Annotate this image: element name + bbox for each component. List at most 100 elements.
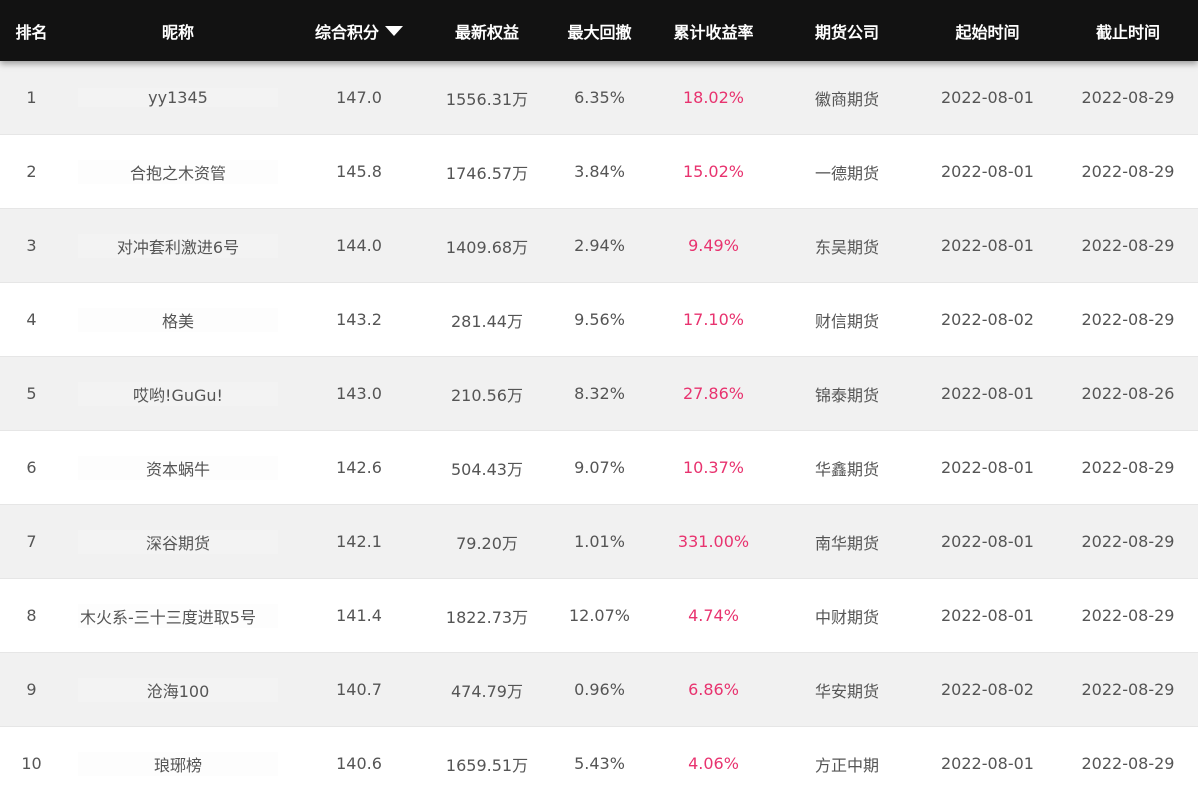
nickname-cell[interactable]: 对冲套利激进6号 — [63, 233, 293, 258]
company-cell: 东吴期货 — [814, 237, 879, 257]
nickname-cell[interactable]: yy1345 — [63, 88, 293, 107]
header-nickname: 昵称 — [161, 22, 194, 42]
end-date-cell: 2022-08-29 — [1081, 458, 1175, 477]
drawdown-cell: 1.01% — [574, 532, 625, 551]
header-score-sort[interactable]: 综合积分 — [293, 19, 425, 43]
start-date-cell: 2022-08-02 — [941, 310, 1034, 329]
return-cell: 15.02% — [682, 162, 744, 181]
start-date-cell: 2022-08-01 — [941, 88, 1034, 107]
nickname-text[interactable]: 琅琊榜 — [154, 756, 202, 775]
return-cell: 17.10% — [682, 310, 744, 329]
caret-down-icon[interactable] — [385, 25, 403, 36]
rank-cell: 5 — [26, 384, 37, 403]
drawdown-cell: 6.35% — [574, 88, 625, 107]
return-cell: 4.74% — [688, 606, 739, 625]
nickname-text[interactable]: 沧海100 — [147, 682, 210, 701]
score-cell: 147.0 — [336, 88, 382, 107]
end-date-cell: 2022-08-29 — [1081, 680, 1175, 699]
header-start: 起始时间 — [955, 22, 1020, 42]
rank-cell: 3 — [26, 236, 37, 255]
nickname-text[interactable]: 哎哟!GuGu! — [133, 386, 223, 405]
company-cell: 徽商期货 — [814, 89, 879, 109]
table-row: 5 哎哟!GuGu! 143.0 210.56万 8.32% 27.86% 锦泰… — [0, 357, 1198, 431]
end-date-cell: 2022-08-29 — [1081, 310, 1175, 329]
nickname-cell[interactable]: 琅琊榜 — [63, 751, 293, 776]
company-cell: 财信期货 — [814, 311, 879, 331]
nickname-cell[interactable]: 沧海100 — [63, 677, 293, 702]
drawdown-cell: 0.96% — [574, 680, 625, 699]
score-cell: 141.4 — [336, 606, 382, 625]
end-date-cell: 2022-08-26 — [1081, 384, 1175, 403]
nickname-text[interactable]: yy1345 — [148, 88, 208, 107]
nickname-cell[interactable]: 深谷期货 — [63, 529, 293, 554]
nickname-text[interactable]: 木火系-三十三度进取5号 — [80, 608, 256, 627]
table-row: 4 格美 143.2 281.44万 9.56% 17.10% 财信期货 202… — [0, 283, 1198, 357]
equity-cell: 1556.31万 — [445, 89, 529, 109]
score-cell: 145.8 — [336, 162, 382, 181]
score-cell: 140.6 — [336, 754, 382, 773]
rank-cell: 8 — [26, 606, 37, 625]
nickname-text[interactable]: 合抱之木资管 — [130, 164, 226, 183]
start-date-cell: 2022-08-02 — [941, 680, 1034, 699]
score-cell: 142.1 — [336, 532, 382, 551]
score-cell: 143.2 — [336, 310, 382, 329]
nickname-cell[interactable]: 格美 — [63, 307, 293, 332]
equity-cell: 504.43万 — [451, 459, 523, 479]
nickname-text[interactable]: 格美 — [162, 312, 194, 331]
table-header: 排名 昵称 综合积分 最新权益 最大回撤 累计收益率 期货公司 起始时间 截止时… — [0, 0, 1198, 61]
header-end: 截止时间 — [1095, 22, 1160, 42]
header-drawdown: 最大回撤 — [567, 22, 632, 42]
company-cell: 华安期货 — [814, 681, 879, 701]
table-row: 1 yy1345 147.0 1556.31万 6.35% 18.02% 徽商期… — [0, 61, 1198, 135]
table-row: 2 合抱之木资管 145.8 1746.57万 3.84% 15.02% 一德期… — [0, 135, 1198, 209]
table-body: 1 yy1345 147.0 1556.31万 6.35% 18.02% 徽商期… — [0, 61, 1198, 800]
rank-cell: 7 — [26, 532, 37, 551]
nickname-cell[interactable]: 资本蜗牛 — [63, 455, 293, 480]
nickname-text[interactable]: 深谷期货 — [146, 534, 210, 553]
nickname-cell[interactable]: 合抱之木资管 — [63, 159, 293, 184]
equity-cell: 1409.68万 — [445, 237, 529, 257]
drawdown-cell: 12.07% — [568, 606, 630, 625]
end-date-cell: 2022-08-29 — [1081, 88, 1175, 107]
rank-cell: 1 — [26, 88, 37, 107]
nickname-text[interactable]: 对冲套利激进6号 — [117, 238, 239, 257]
equity-cell: 474.79万 — [451, 681, 523, 701]
end-date-cell: 2022-08-29 — [1081, 162, 1175, 181]
return-cell: 4.06% — [688, 754, 739, 773]
drawdown-cell: 3.84% — [574, 162, 625, 181]
end-date-cell: 2022-08-29 — [1081, 754, 1175, 773]
start-date-cell: 2022-08-01 — [941, 162, 1034, 181]
company-cell: 华鑫期货 — [814, 459, 879, 479]
return-cell: 331.00% — [677, 532, 750, 551]
start-date-cell: 2022-08-01 — [941, 458, 1034, 477]
company-cell: 中财期货 — [814, 607, 879, 627]
company-cell: 一德期货 — [814, 163, 879, 183]
header-equity: 最新权益 — [454, 22, 519, 42]
nickname-cell[interactable]: 哎哟!GuGu! — [63, 381, 293, 406]
ranking-table: 排名 昵称 综合积分 最新权益 最大回撤 累计收益率 期货公司 起始时间 截止时… — [0, 0, 1198, 800]
rank-cell: 9 — [26, 680, 37, 699]
return-cell: 18.02% — [682, 88, 744, 107]
equity-cell: 1822.73万 — [445, 607, 529, 627]
score-cell: 140.7 — [336, 680, 382, 699]
return-cell: 6.86% — [688, 680, 739, 699]
start-date-cell: 2022-08-01 — [941, 236, 1034, 255]
company-cell: 方正中期 — [814, 755, 879, 775]
score-cell: 143.0 — [336, 384, 382, 403]
equity-cell: 1659.51万 — [445, 755, 529, 775]
equity-cell: 281.44万 — [451, 311, 523, 331]
rank-cell: 10 — [21, 754, 42, 773]
header-company: 期货公司 — [814, 22, 879, 42]
table-row: 7 深谷期货 142.1 79.20万 1.01% 331.00% 南华期货 2… — [0, 505, 1198, 579]
nickname-text[interactable]: 资本蜗牛 — [146, 460, 210, 479]
start-date-cell: 2022-08-01 — [941, 384, 1034, 403]
table-row: 3 对冲套利激进6号 144.0 1409.68万 2.94% 9.49% 东吴… — [0, 209, 1198, 283]
drawdown-cell: 8.32% — [574, 384, 625, 403]
nickname-cell[interactable]: 木火系-三十三度进取5号 — [63, 603, 293, 628]
rank-cell: 4 — [26, 310, 37, 329]
header-return: 累计收益率 — [673, 22, 754, 42]
start-date-cell: 2022-08-01 — [941, 754, 1034, 773]
equity-cell: 79.20万 — [456, 533, 518, 553]
drawdown-cell: 5.43% — [574, 754, 625, 773]
company-cell: 锦泰期货 — [814, 385, 879, 405]
